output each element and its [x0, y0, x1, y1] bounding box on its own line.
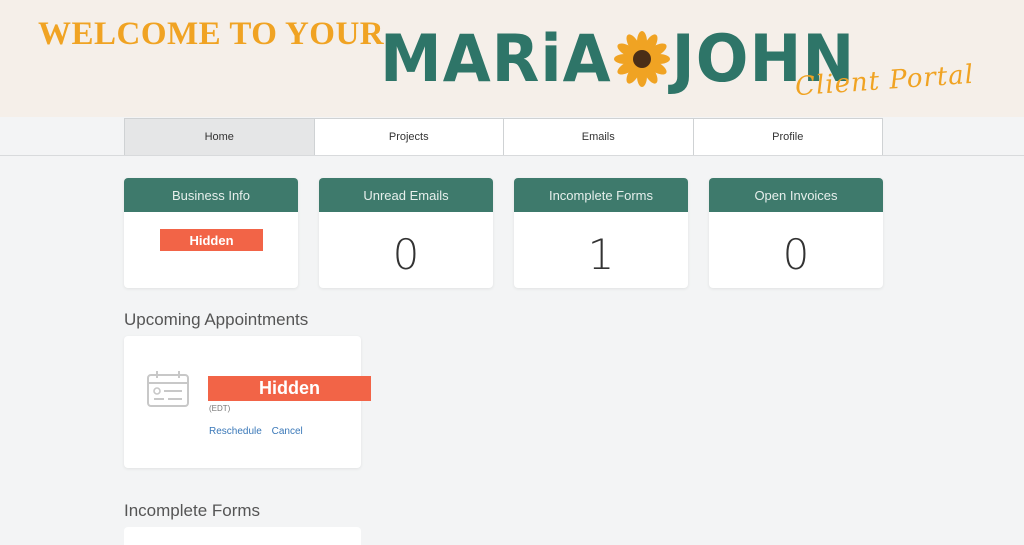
- unread-emails-card[interactable]: Unread Emails 0: [319, 178, 493, 288]
- incomplete-forms-card[interactable]: Incomplete Forms 1: [514, 178, 688, 288]
- brand-logo: MARiA JOHN: [380, 26, 855, 92]
- redacted-appointment-title: Hidden: [208, 376, 371, 401]
- appointment-actions: Reschedule Cancel: [209, 426, 310, 437]
- cancel-link[interactable]: Cancel: [272, 426, 303, 437]
- redacted-label: Hidden: [160, 229, 263, 251]
- upcoming-appointments-heading: Upcoming Appointments: [124, 310, 309, 329]
- brand-name-left: MARiA: [380, 20, 612, 97]
- main-nav: Home Projects Emails Profile: [124, 118, 883, 156]
- tab-emails[interactable]: Emails: [503, 118, 694, 156]
- open-invoices-card[interactable]: Open Invoices 0: [709, 178, 883, 288]
- business-info-card[interactable]: Business Info Hidden: [124, 178, 298, 288]
- tab-projects[interactable]: Projects: [313, 118, 504, 156]
- incomplete-forms-heading: Incomplete Forms: [124, 501, 261, 520]
- reschedule-link[interactable]: Reschedule: [209, 426, 262, 437]
- tab-home[interactable]: Home: [124, 118, 315, 156]
- tab-profile[interactable]: Profile: [692, 118, 883, 156]
- card-title: Incomplete Forms: [514, 178, 688, 212]
- card-title: Business Info: [124, 178, 298, 212]
- nav-divider: [0, 155, 1024, 156]
- appointment-card: Hidden (EDT) Reschedule Cancel: [124, 336, 371, 468]
- sunflower-icon: [613, 31, 670, 87]
- appointment-timezone: (EDT): [209, 404, 231, 413]
- card-count: 1: [587, 230, 615, 279]
- portal-banner: WELCOME TO YOUR MARiA JOHN Client Portal: [0, 0, 1024, 117]
- calendar-icon: [147, 371, 189, 407]
- card-title: Open Invoices: [709, 178, 883, 212]
- card-count: 0: [392, 230, 420, 279]
- welcome-heading: WELCOME TO YOUR: [38, 16, 385, 52]
- card-title: Unread Emails: [319, 178, 493, 212]
- incomplete-forms-list: [124, 527, 361, 545]
- card-count: 0: [782, 230, 810, 279]
